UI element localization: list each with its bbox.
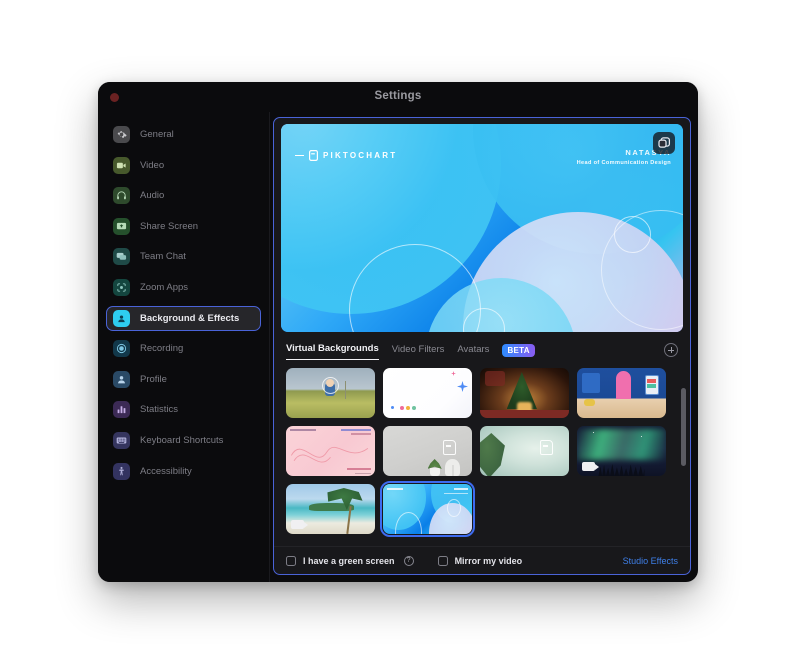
video-badge-icon xyxy=(291,520,308,529)
sidebar-item-audio[interactable]: Audio xyxy=(106,183,261,208)
studio-effects-link[interactable]: Studio Effects xyxy=(623,556,678,566)
background-thumbnail-blue-piktochart-gradient[interactable] xyxy=(380,481,475,537)
sidebar-item-background-effects[interactable]: Background & Effects xyxy=(106,305,261,331)
sidebar-item-recording[interactable]: Recording xyxy=(106,336,261,361)
main-panel: PIKTOCHART NATASYA Head of Communication… xyxy=(273,117,691,575)
sidebar-item-label: Profile xyxy=(140,373,167,385)
gear-icon xyxy=(113,126,130,143)
video-badge-icon xyxy=(582,462,599,471)
mirror-video-checkbox[interactable] xyxy=(437,555,448,566)
preview-container: PIKTOCHART NATASYA Head of Communication… xyxy=(274,118,690,332)
sidebar-item-label: General xyxy=(140,129,174,140)
sidebar-item-label: Accessibility xyxy=(140,465,192,477)
background-thumbnail-christmas-fireplace[interactable] xyxy=(480,368,569,418)
sidebar: General Video Audio Share Screen Team Chat Zo… xyxy=(98,112,270,582)
pip-glyph-icon xyxy=(657,136,670,148)
headphones-icon xyxy=(113,187,130,205)
video-preview: PIKTOCHART NATASYA Head of Communication… xyxy=(281,124,683,332)
background-thumbnail-aurora-forest[interactable] xyxy=(577,426,666,476)
sidebar-item-label: Audio xyxy=(140,190,165,202)
tab-virtual-backgrounds[interactable]: Virtual Backgrounds xyxy=(286,343,379,360)
sidebar-item-label: Video xyxy=(140,159,165,171)
background-thumbnail-tropical-beach[interactable] xyxy=(286,484,375,534)
share-screen-icon xyxy=(113,217,130,235)
sidebar-item-keyboard-shortcuts[interactable]: Keyboard Shortcuts xyxy=(106,428,261,453)
beta-badge: BETA xyxy=(502,343,535,357)
background-thumbnail-white-confetti[interactable] xyxy=(383,368,472,418)
record-circle-icon xyxy=(113,340,130,358)
tab-avatars[interactable]: Avatars xyxy=(457,344,489,360)
sidebar-item-label: Share Screen xyxy=(140,220,199,232)
footer-bar: I have a green screen ? Mirror my video … xyxy=(274,546,690,574)
thumbnail-grid xyxy=(286,368,678,537)
settings-window: Settings General Video Audio Share Screen Te… xyxy=(98,82,698,582)
background-thumbnail-pink-abstract[interactable] xyxy=(286,426,375,476)
background-thumbnail-blue-room[interactable] xyxy=(577,368,666,418)
sidebar-item-statistics[interactable]: Statistics xyxy=(106,397,261,422)
piktochart-watermark-icon xyxy=(540,440,553,455)
add-background-button[interactable] xyxy=(664,343,678,357)
sidebar-item-label: Zoom Apps xyxy=(140,281,189,293)
sidebar-item-label: Team Chat xyxy=(140,251,186,263)
accessibility-icon xyxy=(113,462,130,480)
sidebar-item-label: Keyboard Shortcuts xyxy=(140,434,224,446)
bar-chart-icon xyxy=(113,401,130,419)
sidebar-item-video[interactable]: Video xyxy=(106,153,261,178)
mirror-video-label: Mirror my video xyxy=(454,555,523,566)
sidebar-item-label: Statistics xyxy=(140,404,179,416)
sidebar-item-label: Recording xyxy=(140,343,184,355)
sidebar-item-profile[interactable]: Profile xyxy=(106,367,261,392)
sidebar-item-accessibility[interactable]: Accessibility xyxy=(106,459,261,484)
sidebar-item-label: Background & Effects xyxy=(140,312,240,324)
background-thumbnail-grey-plant-lamp[interactable] xyxy=(383,426,472,476)
title-bar: Settings xyxy=(98,82,698,112)
person-frame-icon xyxy=(113,309,130,327)
vertical-scrollbar[interactable] xyxy=(681,388,686,466)
person-role: Head of Communication Design xyxy=(576,160,671,166)
video-camera-icon xyxy=(113,156,130,174)
chat-bubble-icon xyxy=(113,248,130,266)
apps-grid-icon xyxy=(113,278,130,296)
background-thumbnail-green-palm-wall[interactable] xyxy=(480,426,569,476)
picture-in-picture-icon[interactable] xyxy=(653,132,675,154)
keyboard-icon xyxy=(113,431,130,449)
sidebar-item-general[interactable]: General xyxy=(106,122,261,147)
green-screen-label: I have a green screen xyxy=(303,555,395,566)
tab-video-filters[interactable]: Video Filters xyxy=(392,344,445,360)
person-icon xyxy=(113,370,130,388)
piktochart-logo: PIKTOCHART xyxy=(295,150,397,161)
help-icon[interactable]: ? xyxy=(403,555,414,566)
page-title: Settings xyxy=(374,90,422,102)
sidebar-item-zoom-apps[interactable]: Zoom Apps xyxy=(106,275,261,300)
piktochart-watermark-icon xyxy=(443,440,456,455)
tab-bar: Virtual Backgrounds Video Filters Avatar… xyxy=(274,332,690,360)
background-thumbnail-avatar-field[interactable] xyxy=(286,368,375,418)
sidebar-item-share-screen[interactable]: Share Screen xyxy=(106,214,261,239)
logo-dash xyxy=(295,154,304,157)
brand-name: PIKTOCHART xyxy=(323,151,398,160)
window-body: General Video Audio Share Screen Team Chat Zo… xyxy=(98,112,698,582)
sidebar-item-team-chat[interactable]: Team Chat xyxy=(106,244,261,269)
thumbnail-scroll-area xyxy=(274,360,690,546)
piktochart-mark-icon xyxy=(309,150,318,161)
green-screen-checkbox[interactable] xyxy=(286,555,296,566)
